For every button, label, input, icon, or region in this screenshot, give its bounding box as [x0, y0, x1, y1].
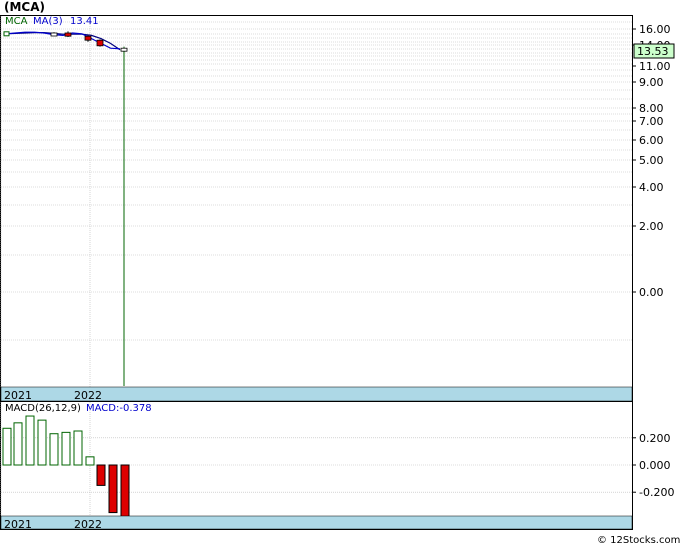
chart-title: (MCA) — [4, 0, 45, 14]
macd-bar — [120, 464, 130, 517]
macd-bar — [37, 419, 47, 466]
macd-y-tick-label: 0.000 — [639, 459, 671, 472]
price-y-tick-label: 7.00 — [639, 115, 664, 128]
macd-bar — [2, 427, 12, 466]
price-y-tick-label: 6.00 — [639, 134, 664, 147]
price-y-tick-label: 16.00 — [639, 23, 671, 36]
candle-body — [84, 35, 92, 41]
macd-y-axis: 0.200 0.000 -0.200 — [632, 432, 674, 499]
candle-body — [50, 32, 58, 37]
legend-symbol: MCA — [5, 16, 28, 27]
macd-x-tick-label: 2022 — [74, 518, 102, 531]
macd-y-tick-label: -0.200 — [639, 486, 674, 499]
macd-bar — [108, 464, 118, 514]
macd-x-tick-label: 2021 — [4, 518, 32, 531]
macd-bar — [96, 464, 106, 486]
price-y-tick-label: 5.00 — [639, 154, 664, 167]
current-price-label: 13.53 — [637, 45, 669, 58]
price-y-tick-label: 2.00 — [639, 220, 664, 233]
macd-bar — [61, 431, 71, 466]
chart-canvas: (MCA) 16.0014.0011.009.008.007.006.005.0… — [0, 0, 680, 546]
macd-legend-name: MACD(26,12,9) — [5, 403, 81, 414]
price-y-tick-label: 0.00 — [639, 286, 664, 299]
macd-legend-value: MACD:-0.378 — [86, 403, 152, 414]
macd-bar — [73, 430, 83, 466]
candle-body — [120, 47, 128, 52]
price-y-tick-label: 4.00 — [639, 181, 664, 194]
price-y-axis: 16.0014.0011.009.008.007.006.005.004.002… — [632, 23, 671, 299]
macd-y-tick-label: 0.200 — [639, 432, 671, 445]
price-start-marker — [3, 31, 10, 37]
price-y-tick-label: 9.00 — [639, 76, 664, 89]
candle-body — [64, 32, 72, 37]
macd-bar — [85, 456, 95, 466]
price-x-tick-label: 2022 — [74, 389, 102, 402]
price-panel — [0, 15, 633, 402]
candle-body — [96, 39, 104, 47]
macd-bar — [49, 433, 59, 466]
price-y-tick-label: 8.00 — [639, 102, 664, 115]
price-x-tick-label: 2021 — [4, 389, 32, 402]
macd-panel — [0, 401, 633, 530]
legend-ma-label: MA(3) — [33, 16, 63, 27]
price-y-tick-label: 11.00 — [639, 60, 671, 73]
legend-ma-value: 13.41 — [70, 16, 99, 27]
macd-bar — [13, 422, 23, 466]
macd-bar — [25, 415, 35, 466]
watermark: © 12Stocks.com — [597, 535, 680, 546]
